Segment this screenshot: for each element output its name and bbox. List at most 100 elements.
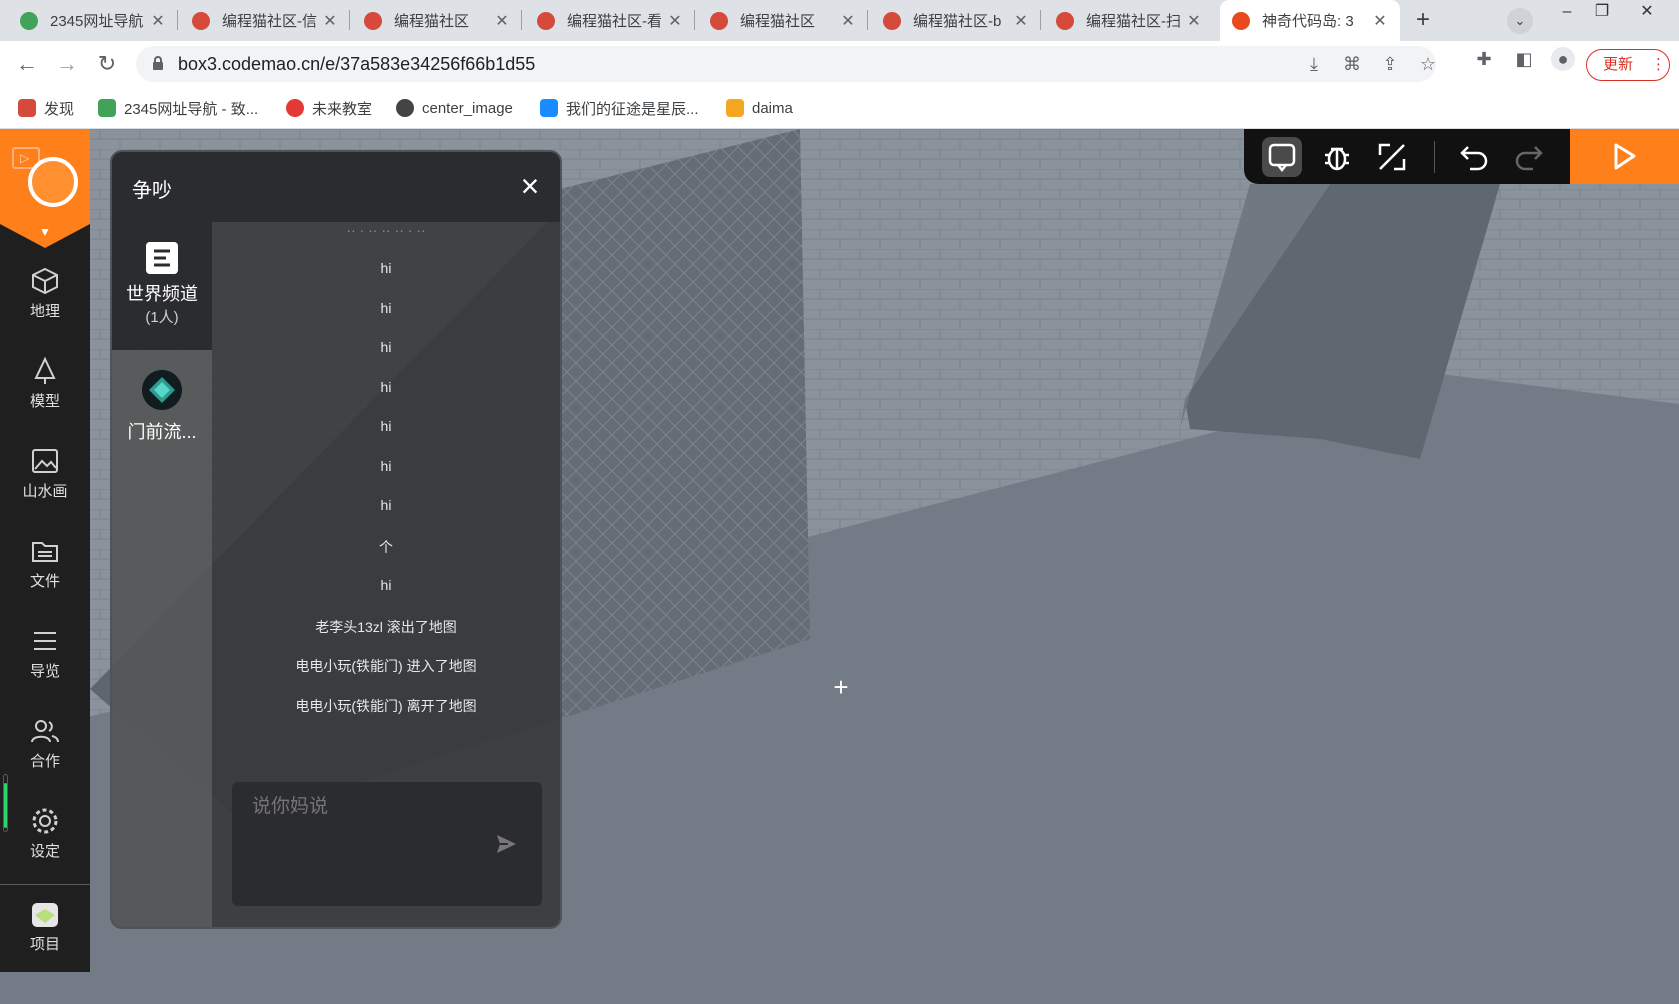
bookmark-item[interactable]: daima — [726, 96, 793, 120]
channel-user-label[interactable]: 门前流... — [112, 418, 212, 444]
bookmark-icon — [540, 99, 558, 117]
crosshair-icon: + — [833, 672, 849, 702]
send-icon[interactable] — [494, 832, 518, 856]
app-logo[interactable]: ▷ — [0, 129, 90, 224]
tab-favicon — [883, 11, 901, 30]
close-icon[interactable]: ✕ — [322, 11, 338, 31]
sidebar-item-model[interactable]: 模型 — [0, 344, 90, 424]
url-text: box3.codemao.cn/e/37a583e34256f66b1d55 — [178, 54, 536, 74]
play-button[interactable] — [1570, 129, 1679, 184]
close-icon[interactable]: ✕ — [667, 11, 683, 31]
bookmark-icon — [18, 99, 36, 117]
tab-title: 编程猫社区-看 — [567, 13, 662, 30]
sidebar-item-label: 设定 — [29, 843, 60, 860]
sidebar-item-project[interactable]: 项目 — [0, 887, 90, 967]
chat-message: hi — [380, 577, 392, 593]
tab-5[interactable]: 编程猫社区-b ✕ — [871, 0, 1041, 41]
tab-title: 编程猫社区-信 — [222, 13, 317, 30]
extensions-icon[interactable]: ✚ — [1472, 47, 1496, 71]
profile-icon[interactable]: ● — [1551, 47, 1575, 71]
system-message: 电电小玩(铁能门) 进入了地图 — [295, 658, 477, 674]
left-sidebar: ▷ ▼ 地理 模型 山水画 文件 导览 合作 设定 项目 — [0, 129, 90, 972]
sidebar-item-label: 地理 — [29, 303, 60, 320]
browser-toolbar: ← → ↻ box3.codemao.cn/e/37a583e34256f66b… — [0, 41, 1679, 87]
translate-icon[interactable]: ⌘ — [1340, 52, 1364, 76]
sidebar-item-geography[interactable]: 地理 — [0, 254, 90, 334]
redo-button[interactable] — [1509, 137, 1549, 177]
update-button[interactable]: 更新 ⋮ — [1586, 49, 1670, 81]
message-list[interactable]: ·· · ·· ·· ·· · ·· hi hi hi hi hi hi hi … — [212, 222, 560, 782]
tab-1[interactable]: 编程猫社区-信 ✕ — [180, 0, 350, 41]
tab-favicon — [364, 11, 382, 30]
toolbar-divider — [1434, 141, 1435, 173]
forward-icon[interactable]: → — [52, 49, 82, 79]
fullscreen-button[interactable] — [1372, 137, 1412, 177]
close-icon[interactable]: × — [514, 170, 546, 202]
clipped-message: ·· · ·· ·· ·· · ·· — [346, 222, 426, 238]
tab-7-active[interactable]: 神奇代码岛: 3 ✕ — [1220, 0, 1400, 41]
tree-icon — [34, 356, 56, 384]
bookmark-star-icon[interactable]: ☆ — [1416, 52, 1440, 76]
chat-icon — [1268, 143, 1296, 173]
chat-input[interactable] — [252, 796, 472, 818]
bookmark-item[interactable]: center_image — [396, 96, 513, 120]
bookmark-label: 发现 — [44, 100, 75, 118]
gear-icon — [32, 808, 58, 834]
tab-3[interactable]: 编程猫社区-看 ✕ — [525, 0, 695, 41]
window-close-button[interactable]: ✕ — [1625, 0, 1669, 26]
logo-icon — [28, 157, 78, 207]
back-icon[interactable]: ← — [12, 49, 42, 79]
close-icon[interactable]: ✕ — [494, 11, 510, 31]
sidebar-item-label: 山水画 — [22, 483, 68, 500]
scroll-indicator[interactable] — [3, 774, 8, 832]
tab-6[interactable]: 编程猫社区-扫 ✕ — [1044, 0, 1214, 41]
bookmark-icon — [396, 99, 414, 117]
tab-0[interactable]: 2345网址导航 ✕ — [8, 0, 178, 41]
debug-button[interactable] — [1317, 137, 1357, 177]
sidebar-item-collaborate[interactable]: 合作 — [0, 704, 90, 784]
bookmark-item[interactable]: 未来教室 — [286, 96, 372, 120]
bookmark-icon — [726, 99, 744, 117]
close-icon[interactable]: ✕ — [1372, 11, 1388, 31]
close-icon[interactable]: ✕ — [150, 11, 166, 31]
users-icon — [31, 720, 59, 743]
bookmark-label: 2345网址导航 - 致... — [124, 100, 259, 118]
chevron-down-icon[interactable]: ▼ — [39, 225, 51, 239]
chat-button[interactable] — [1262, 137, 1302, 177]
sidebar-item-guide[interactable]: 导览 — [0, 614, 90, 694]
avatar[interactable] — [142, 370, 182, 410]
close-icon[interactable]: ✕ — [1013, 11, 1029, 31]
more-icon[interactable]: ⋮ — [1651, 50, 1666, 80]
cube-icon — [32, 267, 58, 295]
new-tab-button[interactable]: + — [1410, 8, 1436, 34]
channel-world[interactable]: 世界频道 (1人) — [112, 222, 212, 350]
close-icon[interactable]: ✕ — [840, 11, 856, 31]
side-panel-icon[interactable]: ◧ — [1512, 47, 1536, 71]
reload-icon[interactable]: ↻ — [92, 49, 122, 79]
sidebar-item-landscape[interactable]: 山水画 — [0, 434, 90, 514]
bookmark-item[interactable]: 2345网址导航 - 致... — [98, 96, 258, 120]
undo-button[interactable] — [1454, 137, 1494, 177]
chat-message: hi — [380, 418, 392, 434]
sidebar-item-files[interactable]: 文件 — [0, 524, 90, 604]
bookmarks-bar: 发现 2345网址导航 - 致... 未来教室 center_image 我们的… — [0, 87, 1679, 129]
bug-icon — [1325, 147, 1349, 171]
tab-title: 编程猫社区-扫 — [1086, 13, 1181, 30]
address-bar[interactable]: box3.codemao.cn/e/37a583e34256f66b1d55 ⤓… — [136, 46, 1436, 82]
system-message: 电电小玩(铁能门) 离开了地图 — [295, 698, 477, 714]
app-toolbar — [1244, 129, 1570, 184]
install-icon[interactable]: ⤓ — [1302, 52, 1326, 76]
bookmark-label: 我们的征途是星辰... — [566, 100, 699, 118]
chat-input-box[interactable] — [232, 782, 542, 906]
tab-4[interactable]: 编程猫社区 ✕ — [698, 0, 868, 41]
bookmark-item[interactable]: 我们的征途是星辰... — [540, 96, 699, 120]
channel-world-count: (1人) — [145, 309, 179, 326]
restore-button[interactable]: ❐ — [1580, 0, 1624, 26]
sidebar-item-settings[interactable]: 设定 — [0, 794, 90, 874]
share-icon[interactable]: ⇪ — [1378, 52, 1402, 76]
bookmark-item[interactable]: 发现 — [18, 96, 74, 120]
tab-2[interactable]: 编程猫社区 ✕ — [352, 0, 522, 41]
close-icon[interactable]: ✕ — [1186, 11, 1202, 31]
tab-search-icon[interactable]: ⌄ — [1507, 8, 1533, 34]
tab-title: 编程猫社区 — [740, 13, 816, 30]
